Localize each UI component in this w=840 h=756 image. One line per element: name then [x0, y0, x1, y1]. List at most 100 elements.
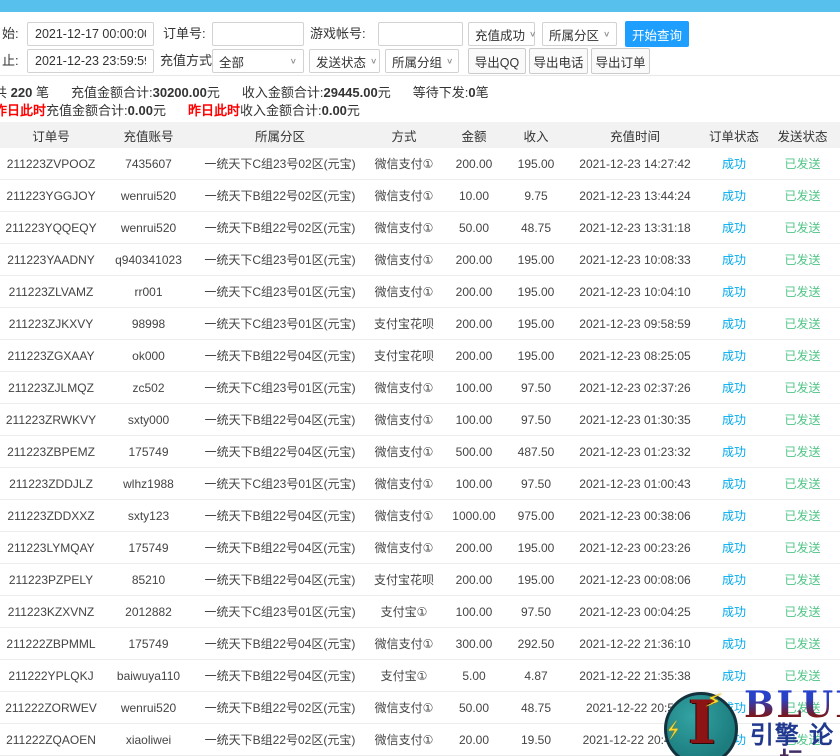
cell-time: 2021-12-23 02:37:26: [567, 381, 703, 395]
filter-panel: 始: 订单号: 游戏帐号: 充值成功 ∨ 所属分区 ∨ 开始查询 止: 充值方式…: [0, 12, 840, 76]
order-no-label: 订单号:: [163, 22, 206, 46]
cell-order-status: 成功: [703, 731, 765, 748]
cell-order-no: 211223ZRWKVY: [0, 413, 102, 427]
cell-method: 微信支付①: [365, 475, 443, 492]
end-date-input[interactable]: [27, 49, 154, 73]
summary-line-today: 共 220 笔充值金额合计:30200.00元收入金额合计:29445.00元等…: [0, 82, 489, 101]
count-label: 共: [0, 85, 7, 100]
cell-time: 2021-12-22 21:35:38: [567, 669, 703, 683]
cell-partition: 一统天下C组23号01区(元宝): [195, 603, 365, 620]
cell-order-status: 成功: [703, 507, 765, 524]
recharge-status-select[interactable]: 充值成功 ∨: [468, 22, 535, 46]
col-header-partition: 所属分区: [195, 126, 365, 145]
cell-send-status: 已发送: [765, 443, 840, 460]
table-row: 211223LYMQAY 175749 一统天下B组22号04区(元宝) 微信支…: [0, 532, 840, 564]
cell-method: 微信支付①: [365, 283, 443, 300]
cell-account: rr001: [102, 285, 195, 299]
partition-select[interactable]: 所属分区 ∨: [542, 22, 617, 46]
table-row: 211222ZORWEV wenrui520 一统天下B组22号02区(元宝) …: [0, 692, 840, 724]
cell-partition: 一统天下C组23号01区(元宝): [195, 315, 365, 332]
game-account-input[interactable]: [378, 22, 463, 46]
start-date-input[interactable]: [27, 22, 154, 46]
cell-method: 微信支付①: [365, 443, 443, 460]
cell-order-no: 211223ZGXAAY: [0, 349, 102, 363]
col-header-order: 订单号: [0, 126, 102, 145]
export-order-button[interactable]: 导出订单: [591, 48, 650, 74]
end-date-label: 止:: [2, 49, 19, 73]
table-row: 211223YGGJOY wenrui520 一统天下B组22号02区(元宝) …: [0, 180, 840, 212]
method-select[interactable]: 全部 ∨: [212, 49, 304, 73]
table-row: 211222YPLQKJ baiwuya110 一统天下B组22号04区(元宝)…: [0, 660, 840, 692]
game-account-label: 游戏帐号:: [310, 22, 366, 46]
count-value: 220: [11, 85, 33, 100]
send-status-value: 发送状态: [316, 52, 366, 71]
send-status-select[interactable]: 发送状态 ∨: [309, 49, 380, 73]
cell-order-status: 成功: [703, 443, 765, 460]
cell-partition: 一统天下C组23号01区(元宝): [195, 475, 365, 492]
cell-time: 2021-12-23 13:44:24: [567, 189, 703, 203]
cell-account: wlhz1988: [102, 477, 195, 491]
cell-account: 85210: [102, 573, 195, 587]
query-button[interactable]: 开始查询: [625, 21, 689, 47]
cell-send-status: 已发送: [765, 155, 840, 172]
cell-order-status: 成功: [703, 155, 765, 172]
table-row: 211222ZBPMML 175749 一统天下B组22号04区(元宝) 微信支…: [0, 628, 840, 660]
cell-send-status: 已发送: [765, 347, 840, 364]
cell-income: 195.00: [505, 349, 567, 363]
recharge-sum-label: 充值金额合计:: [71, 85, 153, 100]
cell-method: 支付宝①: [365, 603, 443, 620]
cell-income: 9.75: [505, 189, 567, 203]
chevron-down-icon: ∨: [446, 57, 453, 66]
col-header-time: 充值时间: [567, 126, 703, 145]
cell-method: 支付宝花呗: [365, 347, 443, 364]
cell-income: 97.50: [505, 413, 567, 427]
cell-order-no: 211223ZDDJLZ: [0, 477, 102, 491]
cell-account: q940341023: [102, 253, 195, 267]
cell-partition: 一统天下B组22号02区(元宝): [195, 187, 365, 204]
start-date-label: 始:: [2, 22, 19, 46]
cell-account: wenrui520: [102, 701, 195, 715]
col-header-income: 收入: [505, 126, 567, 145]
table-row: 211223YQQEQY wenrui520 一统天下B组22号02区(元宝) …: [0, 212, 840, 244]
cell-amount: 10.00: [443, 189, 505, 203]
cell-time: 2021-12-23 10:04:10: [567, 285, 703, 299]
summary-line-yesterday: 昨日此时充值金额合计:0.00元昨日此时收入金额合计:0.00元: [0, 100, 360, 119]
cell-account: 98998: [102, 317, 195, 331]
export-qq-button[interactable]: 导出QQ: [468, 48, 526, 74]
chevron-down-icon: ∨: [370, 57, 377, 66]
cell-order-no: 211223KZXVNZ: [0, 605, 102, 619]
cell-send-status: 已发送: [765, 475, 840, 492]
table-row: 211223PZPELY 85210 一统天下B组22号04区(元宝) 支付宝花…: [0, 564, 840, 596]
cell-order-no: 211223YQQEQY: [0, 221, 102, 235]
cell-order-no: 211223YGGJOY: [0, 189, 102, 203]
cell-order-no: 211223ZVPOOZ: [0, 157, 102, 171]
export-phone-button[interactable]: 导出电话: [529, 48, 588, 74]
method-value: 全部: [219, 52, 244, 71]
cell-time: 2021-12-23 01:30:35: [567, 413, 703, 427]
cell-partition: 一统天下B组22号04区(元宝): [195, 539, 365, 556]
cell-order-no: 211222YPLQKJ: [0, 669, 102, 683]
cell-income: 48.75: [505, 221, 567, 235]
cell-income: 195.00: [505, 253, 567, 267]
yesterday-income-unit: 元: [347, 103, 360, 118]
group-select[interactable]: 所属分组 ∨: [385, 49, 459, 73]
cell-order-no: 211223PZPELY: [0, 573, 102, 587]
cell-order-status: 成功: [703, 315, 765, 332]
cell-amount: 5.00: [443, 669, 505, 683]
cell-income: 487.50: [505, 445, 567, 459]
order-no-input[interactable]: [212, 22, 304, 46]
partition-value: 所属分区: [549, 25, 599, 44]
cell-order-status: 成功: [703, 219, 765, 236]
cell-send-status: 已发送: [765, 187, 840, 204]
cell-send-status: 已发送: [765, 603, 840, 620]
cell-time: 2021-12-22 21:36:10: [567, 637, 703, 651]
cell-method: 微信支付①: [365, 219, 443, 236]
cell-income: 195.00: [505, 541, 567, 555]
cell-amount: 200.00: [443, 253, 505, 267]
col-header-send: 发送状态: [765, 126, 840, 145]
cell-amount: 200.00: [443, 573, 505, 587]
cell-amount: 200.00: [443, 541, 505, 555]
table-row: 211223ZJKXVY 98998 一统天下C组23号01区(元宝) 支付宝花…: [0, 308, 840, 340]
chevron-down-icon: ∨: [290, 57, 297, 66]
cell-amount: 200.00: [443, 285, 505, 299]
